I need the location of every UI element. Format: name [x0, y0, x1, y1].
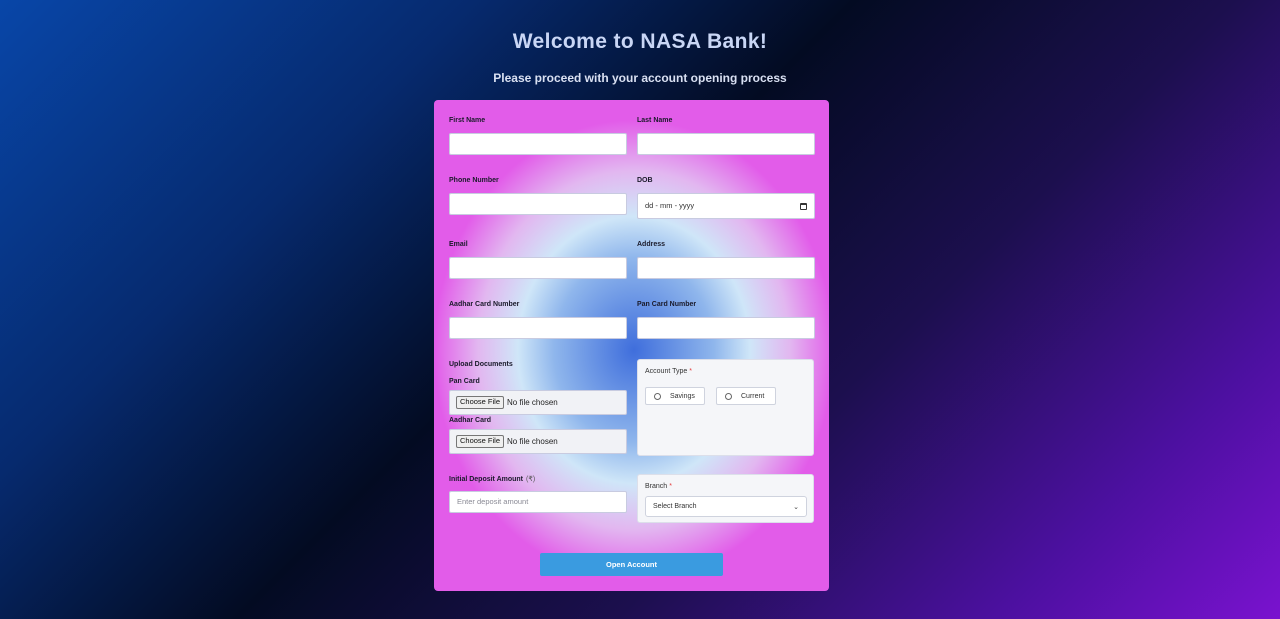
dob-placeholder: dd - mm - yyyy: [645, 201, 695, 210]
branch-panel: Branch * Select Branch ⌄: [637, 474, 814, 523]
dob-label: DOB: [637, 177, 653, 184]
first-name-input[interactable]: [449, 133, 627, 155]
branch-label: Branch *: [645, 483, 672, 490]
aadhar-card-choose-file-button[interactable]: Choose File: [456, 435, 505, 448]
account-type-panel: Account Type * Savings Current: [637, 359, 814, 456]
branch-select[interactable]: Select Branch ⌄: [645, 496, 807, 517]
email-label: Email: [449, 241, 468, 248]
savings-label: Savings: [670, 392, 695, 400]
last-name-label: Last Name: [637, 117, 673, 124]
first-name-label: First Name: [449, 117, 486, 124]
aadhar-number-label: Aadhar Card Number: [449, 301, 520, 308]
pan-card-file-status: No file chosen: [507, 398, 558, 407]
calendar-icon[interactable]: [800, 202, 807, 210]
deposit-label: Initial Deposit Amount (₹): [449, 476, 536, 483]
phone-input[interactable]: [449, 193, 627, 215]
address-label: Address: [637, 241, 666, 248]
dob-input[interactable]: dd - mm - yyyy: [637, 193, 815, 219]
last-name-input[interactable]: [637, 133, 815, 155]
aadhar-card-file-input[interactable]: Choose File No file chosen: [449, 429, 627, 454]
deposit-input[interactable]: Enter deposit amount: [449, 491, 627, 513]
aadhar-card-file-status: No file chosen: [507, 437, 558, 446]
email-input[interactable]: [449, 257, 627, 279]
chevron-down-icon: ⌄: [793, 503, 799, 511]
page-title: Welcome to NASA Bank!: [512, 30, 768, 53]
radio-current[interactable]: Current: [716, 387, 776, 405]
phone-label: Phone Number: [449, 177, 499, 184]
pan-number-label: Pan Card Number: [637, 301, 697, 308]
upload-documents-heading: Upload Documents: [449, 361, 513, 368]
aadhar-number-input[interactable]: [449, 317, 627, 339]
radio-savings[interactable]: Savings: [645, 387, 705, 405]
account-type-label: Account Type *: [645, 368, 693, 375]
branch-selected-value: Select Branch: [653, 503, 697, 510]
pan-card-choose-file-button[interactable]: Choose File: [456, 396, 505, 409]
pan-card-file-input[interactable]: Choose File No file chosen: [449, 390, 627, 415]
account-form-card: First Name Last Name Phone Number DOB dd…: [434, 100, 829, 591]
current-radio-circle[interactable]: [725, 392, 732, 400]
open-account-button[interactable]: Open Account: [540, 553, 723, 576]
pan-number-input[interactable]: [637, 317, 815, 339]
address-input[interactable]: [637, 257, 815, 279]
pan-card-upload-label: Pan Card: [449, 378, 480, 385]
aadhar-card-upload-label: Aadhar Card: [449, 417, 492, 424]
current-label: Current: [741, 392, 765, 400]
page-subtitle: Please proceed with your account opening…: [493, 71, 787, 85]
deposit-placeholder: Enter deposit amount: [457, 497, 529, 506]
savings-radio-circle[interactable]: [654, 392, 661, 400]
